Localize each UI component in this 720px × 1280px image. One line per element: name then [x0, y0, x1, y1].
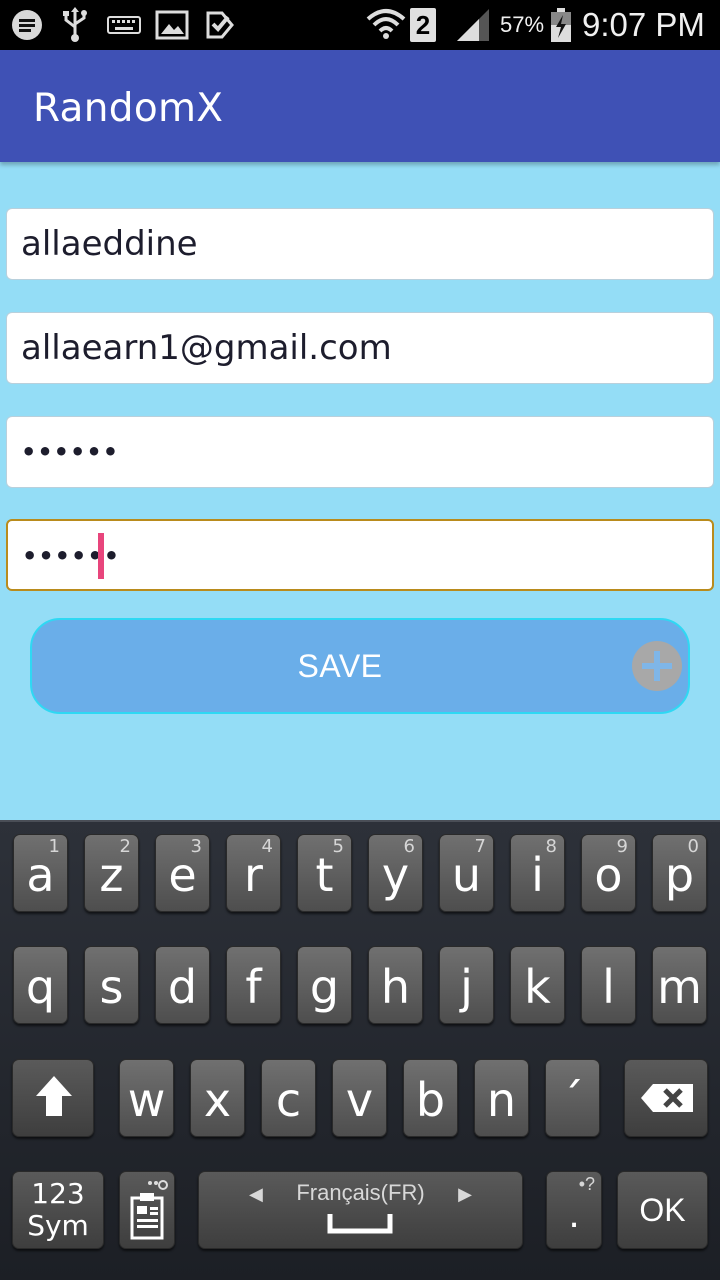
key-accent[interactable]: ´ — [545, 1059, 600, 1137]
key-g-label: g — [309, 960, 340, 1014]
app-title: RandomX — [33, 86, 224, 131]
password-value: •••••• — [21, 438, 120, 466]
image-icon — [154, 6, 190, 44]
key-n-label: n — [486, 1073, 517, 1127]
app-bar: RandomX — [0, 50, 720, 162]
text-cursor — [98, 533, 104, 579]
key-d[interactable]: d — [155, 946, 210, 1024]
key-y[interactable]: y6 — [368, 834, 423, 912]
key-o[interactable]: o9 — [581, 834, 636, 912]
key-q-label: q — [25, 960, 56, 1014]
period-key[interactable]: •? . — [546, 1171, 602, 1249]
key-e[interactable]: e3 — [155, 834, 210, 912]
sim-2-icon: 2 — [408, 6, 438, 44]
key-l-label: l — [602, 960, 615, 1014]
key-accent-label: ´ — [561, 1073, 584, 1127]
key-p-number: 0 — [687, 836, 699, 857]
key-j[interactable]: j — [439, 946, 494, 1024]
sym-key-line2: Sym — [27, 1209, 89, 1242]
username-field[interactable]: allaeddine — [6, 208, 714, 280]
ok-key-label: OK — [639, 1192, 686, 1228]
key-z[interactable]: z2 — [84, 834, 139, 912]
password-field[interactable]: •••••• — [6, 416, 714, 488]
confirm-password-value: •••••• — [22, 542, 121, 570]
keyboard-icon — [106, 6, 142, 44]
key-v-label: v — [345, 1073, 374, 1127]
key-f-label: f — [245, 960, 262, 1014]
email-value: allaearn1@gmail.com — [21, 328, 392, 368]
key-c[interactable]: c — [261, 1059, 316, 1137]
key-r[interactable]: r4 — [226, 834, 281, 912]
key-a[interactable]: a1 — [13, 834, 68, 912]
clock: 9:07 PM — [582, 6, 705, 43]
key-d-label: d — [167, 960, 198, 1014]
key-z-number: 2 — [119, 836, 131, 857]
key-y-number: 6 — [403, 836, 415, 857]
key-w[interactable]: w — [119, 1059, 174, 1137]
key-o-number: 9 — [616, 836, 628, 857]
space-key[interactable]: ◀ Français(FR) ▶ — [198, 1171, 523, 1249]
key-g[interactable]: g — [297, 946, 352, 1024]
key-b-label: b — [415, 1073, 446, 1127]
clipboard-key[interactable] — [119, 1171, 175, 1249]
confirm-password-field[interactable]: •••••• — [6, 519, 714, 591]
key-r-number: 4 — [261, 836, 273, 857]
key-h-label: h — [380, 960, 411, 1014]
form-area: allaeddine allaearn1@gmail.com •••••• ••… — [0, 162, 720, 820]
key-s[interactable]: s — [84, 946, 139, 1024]
key-k[interactable]: k — [510, 946, 565, 1024]
email-field[interactable]: allaearn1@gmail.com — [6, 312, 714, 384]
key-u-number: 7 — [474, 836, 486, 857]
language-label: Français(FR) — [296, 1180, 425, 1205]
key-j-label: j — [460, 960, 473, 1014]
ok-key[interactable]: OK — [617, 1171, 708, 1249]
backspace-key[interactable] — [624, 1059, 708, 1137]
sym-key-line1: 123 — [31, 1177, 85, 1210]
usb-icon — [58, 6, 92, 44]
soft-keyboard: a1z2e3r4t5y6u7i8o9p0 qsdfghjklm w x c v b n ´ … — [0, 820, 720, 1280]
save-button[interactable]: SAVE — [30, 618, 690, 714]
plus-circle-icon[interactable] — [632, 641, 682, 691]
username-value: allaeddine — [21, 224, 198, 264]
status-bar: 2 57% 9:07 PM — [0, 0, 720, 50]
key-p[interactable]: p0 — [652, 834, 707, 912]
shift-key[interactable] — [12, 1059, 94, 1137]
key-m[interactable]: m — [652, 946, 707, 1024]
signal-icon — [452, 6, 494, 44]
key-l[interactable]: l — [581, 946, 636, 1024]
key-e-number: 3 — [190, 836, 202, 857]
key-m-label: m — [657, 960, 702, 1014]
key-w-label: w — [127, 1073, 166, 1127]
key-t-number: 5 — [332, 836, 344, 857]
key-n[interactable]: n — [474, 1059, 529, 1137]
key-h[interactable]: h — [368, 946, 423, 1024]
key-i-number: 8 — [545, 836, 557, 857]
lang-right-arrow-icon: ▶ — [458, 1184, 472, 1204]
key-c-label: c — [275, 1073, 302, 1127]
key-x[interactable]: x — [190, 1059, 245, 1137]
battery-icon — [548, 6, 574, 44]
key-v[interactable]: v — [332, 1059, 387, 1137]
key-t[interactable]: t5 — [297, 834, 352, 912]
battery-percent: 57% — [500, 12, 545, 37]
key-f[interactable]: f — [226, 946, 281, 1024]
sym-key[interactable]: 123 Sym — [12, 1171, 104, 1249]
save-label: SAVE — [297, 648, 383, 684]
key-i[interactable]: i8 — [510, 834, 565, 912]
key-k-label: k — [524, 960, 551, 1014]
key-a-number: 1 — [48, 836, 60, 857]
key-u[interactable]: u7 — [439, 834, 494, 912]
key-b[interactable]: b — [403, 1059, 458, 1137]
key-s-label: s — [99, 960, 124, 1014]
sim-label: 2 — [410, 8, 436, 42]
key-q[interactable]: q — [13, 946, 68, 1024]
wifi-icon — [366, 6, 406, 44]
period-key-label: . — [568, 1192, 580, 1236]
key-x-label: x — [203, 1073, 232, 1127]
task-check-icon — [202, 6, 238, 44]
chat-notification-icon — [8, 6, 46, 44]
